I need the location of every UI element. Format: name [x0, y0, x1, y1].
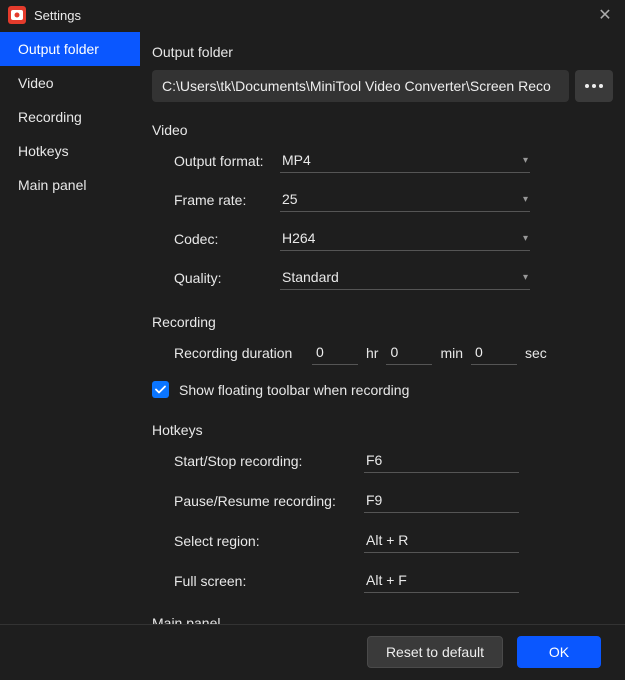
full-screen-input[interactable]: Alt + F — [364, 568, 519, 593]
frame-rate-select[interactable]: 25 ▾ — [280, 187, 530, 212]
quality-label: Quality: — [152, 270, 280, 286]
chevron-down-icon: ▾ — [523, 155, 528, 166]
full-screen-label: Full screen: — [174, 573, 364, 589]
recording-duration-label: Recording duration — [174, 345, 304, 361]
reset-button[interactable]: Reset to default — [367, 636, 503, 668]
ellipsis-icon — [585, 84, 603, 88]
sidebar-item-hotkeys[interactable]: Hotkeys — [0, 134, 140, 168]
settings-content[interactable]: Output folder C:\Users\tk\Documents\Mini… — [140, 30, 625, 623]
output-format-label: Output format: — [152, 153, 280, 169]
titlebar: Settings ✕ — [0, 0, 625, 30]
video-heading: Video — [152, 122, 613, 138]
output-folder-path-input[interactable]: C:\Users\tk\Documents\MiniTool Video Con… — [152, 70, 569, 102]
ok-button[interactable]: OK — [517, 636, 601, 668]
pause-resume-input[interactable]: F9 — [364, 488, 519, 513]
output-folder-heading: Output folder — [152, 44, 613, 60]
window-body: Output folder Video Recording Hotkeys Ma… — [0, 30, 625, 623]
pause-resume-label: Pause/Resume recording: — [174, 493, 364, 509]
hotkeys-heading: Hotkeys — [152, 422, 613, 438]
show-toolbar-label: Show floating toolbar when recording — [179, 382, 409, 398]
browse-button[interactable] — [575, 70, 613, 102]
sidebar-item-recording[interactable]: Recording — [0, 100, 140, 134]
recording-heading: Recording — [152, 314, 613, 330]
sidebar-item-video[interactable]: Video — [0, 66, 140, 100]
start-stop-label: Start/Stop recording: — [174, 453, 364, 469]
chevron-down-icon: ▾ — [523, 233, 528, 244]
chevron-down-icon: ▾ — [523, 272, 528, 283]
settings-window: Settings ✕ Output folder Video Recording… — [0, 0, 625, 680]
duration-min-input[interactable] — [386, 340, 432, 365]
footer: Reset to default OK — [0, 624, 625, 680]
select-region-input[interactable]: Alt + R — [364, 528, 519, 553]
sidebar-item-output-folder[interactable]: Output folder — [0, 32, 140, 66]
show-toolbar-checkbox[interactable] — [152, 381, 169, 398]
select-region-label: Select region: — [174, 533, 364, 549]
start-stop-input[interactable]: F6 — [364, 448, 519, 473]
sidebar-item-main-panel[interactable]: Main panel — [0, 168, 140, 202]
hr-unit: hr — [366, 345, 378, 361]
main-panel-heading: Main panel — [152, 615, 613, 623]
codec-label: Codec: — [152, 231, 280, 247]
close-icon[interactable]: ✕ — [591, 1, 619, 29]
window-title: Settings — [34, 8, 81, 23]
codec-value: H264 — [282, 230, 315, 246]
frame-rate-value: 25 — [282, 191, 298, 207]
duration-hr-input[interactable] — [312, 340, 358, 365]
codec-select[interactable]: H264 ▾ — [280, 226, 530, 251]
quality-value: Standard — [282, 269, 339, 285]
frame-rate-label: Frame rate: — [152, 192, 280, 208]
min-unit: min — [440, 345, 463, 361]
output-format-select[interactable]: MP4 ▾ — [280, 148, 530, 173]
quality-select[interactable]: Standard ▾ — [280, 265, 530, 290]
chevron-down-icon: ▾ — [523, 194, 528, 205]
sec-unit: sec — [525, 345, 547, 361]
duration-sec-input[interactable] — [471, 340, 517, 365]
app-icon — [8, 6, 26, 24]
sidebar: Output folder Video Recording Hotkeys Ma… — [0, 30, 140, 623]
output-format-value: MP4 — [282, 152, 311, 168]
